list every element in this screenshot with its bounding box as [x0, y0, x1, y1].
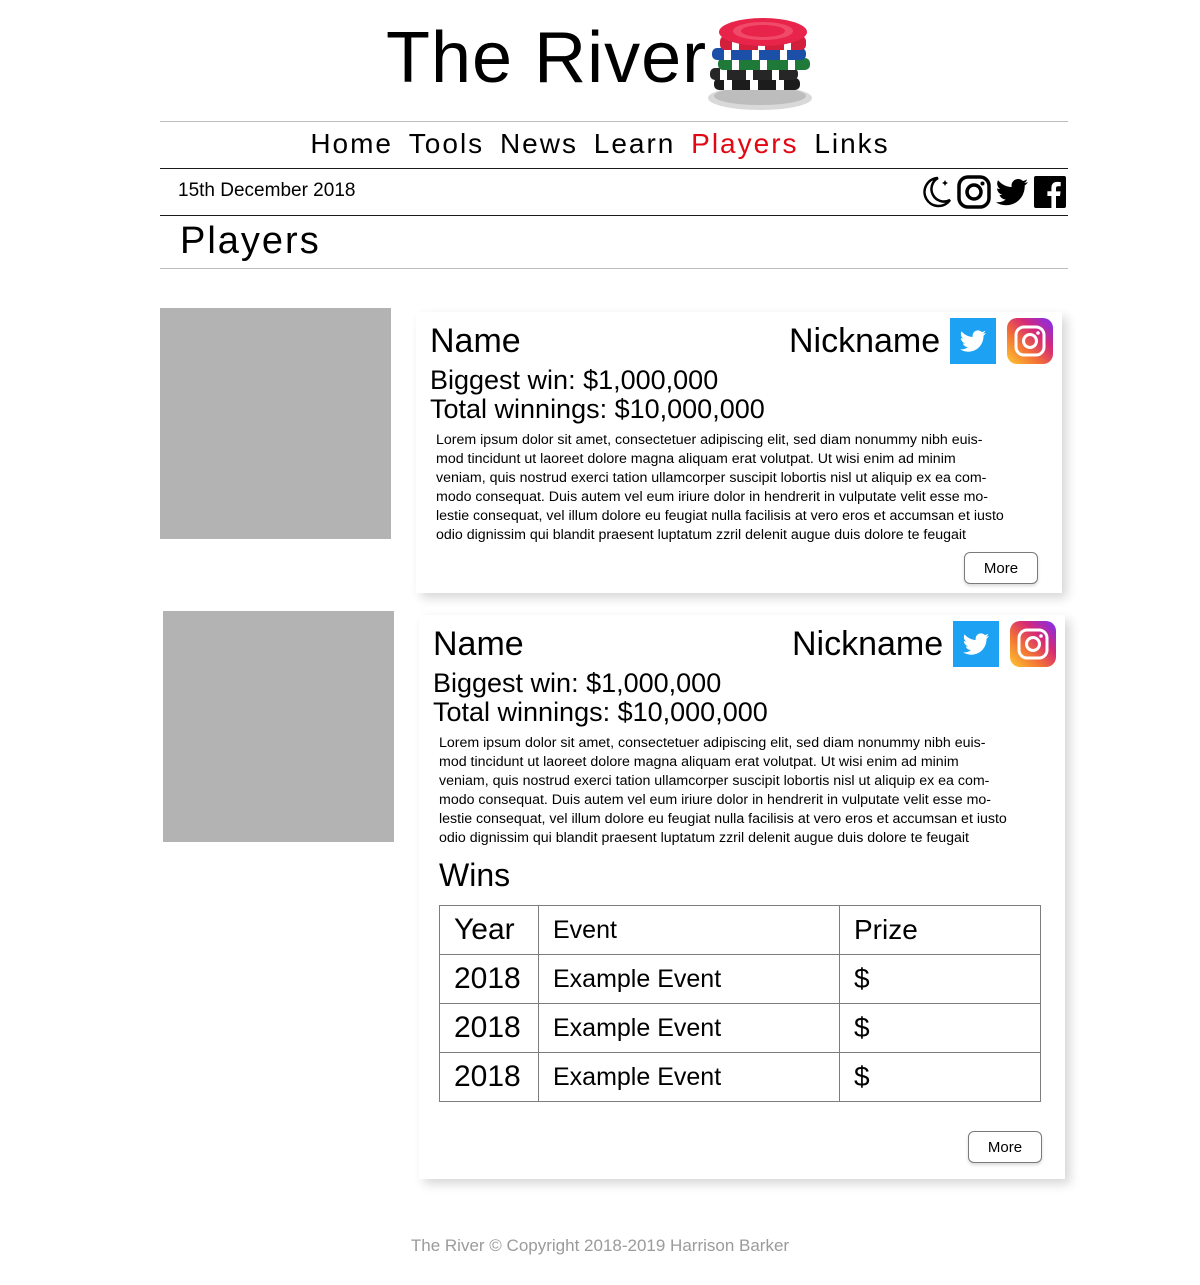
site-title[interactable]: The River — [386, 18, 707, 98]
cell-year: 2018 — [439, 1052, 539, 1102]
twitter-icon[interactable] — [950, 318, 996, 364]
cell-prize: $ — [839, 1003, 1041, 1053]
nav-home[interactable]: Home — [310, 128, 393, 159]
cell-year: 2018 — [439, 954, 539, 1004]
column-header-year: Year — [439, 905, 539, 955]
bio-line: mod tincidunt ut laoreet dolore magna al… — [436, 451, 956, 467]
bio-line: lestie consequat, vel illum dolore eu fe… — [439, 811, 1007, 827]
main-nav: Home Tools News Learn Players Links — [0, 128, 1200, 160]
player-name: Name — [433, 625, 524, 663]
instagram-icon[interactable] — [1007, 318, 1053, 364]
player-photo-placeholder — [160, 308, 391, 539]
player-bio: Lorem ipsum dolor sit amet, consectetuer… — [436, 431, 1038, 545]
player-card: Name Nickname Biggest win: $1,000,000 To… — [416, 312, 1062, 593]
bio-line: odio dignissim qui blandit praesent lupt… — [439, 830, 969, 846]
total-winnings: Total winnings: $10,000,000 — [433, 697, 768, 727]
player-name: Name — [430, 322, 521, 360]
biggest-win: Biggest win: $1,000,000 — [433, 668, 722, 698]
bio-line: veniam, quis nostrud exerci tation ullam… — [439, 773, 990, 789]
nav-tools[interactable]: Tools — [409, 128, 484, 159]
facebook-icon[interactable] — [1032, 174, 1068, 210]
header-divider — [160, 121, 1068, 122]
cell-year: 2018 — [439, 1003, 539, 1053]
page-title: Players — [180, 220, 321, 262]
player-nickname: Nickname — [789, 322, 941, 360]
total-winnings: Total winnings: $10,000,000 — [430, 394, 765, 424]
bio-line: modo consequat. Duis autem vel eum iriur… — [439, 792, 992, 808]
cell-event: Example Event — [538, 1052, 840, 1102]
cell-prize: $ — [839, 954, 1041, 1004]
moon-icon[interactable] — [918, 174, 954, 210]
bio-line: lestie consequat, vel illum dolore eu fe… — [436, 508, 1004, 524]
bio-line: veniam, quis nostrud exerci tation ullam… — [436, 470, 987, 486]
footer-copyright: The River © Copyright 2018-2019 Harrison… — [410, 1236, 790, 1255]
wins-heading: Wins — [439, 857, 511, 893]
nav-players[interactable]: Players — [691, 128, 798, 159]
twitter-icon[interactable] — [953, 621, 999, 667]
nav-learn[interactable]: Learn — [594, 128, 676, 159]
current-date: 15th December 2018 — [178, 180, 356, 201]
bio-line: modo consequat. Duis autem vel eum iriur… — [436, 489, 989, 505]
table-row: 2018 Example Event $ — [439, 1052, 1041, 1102]
nav-news[interactable]: News — [500, 128, 578, 159]
table-header-row: Year Event Prize — [439, 905, 1041, 955]
bio-line: Lorem ipsum dolor sit amet, consectetuer… — [439, 735, 986, 751]
player-nickname: Nickname — [792, 625, 944, 663]
wins-table: Year Event Prize 2018 Example Event $ 20… — [439, 905, 1041, 1102]
instagram-icon[interactable] — [956, 174, 992, 210]
biggest-win: Biggest win: $1,000,000 — [430, 365, 719, 395]
player-photo-placeholder — [163, 611, 394, 842]
player-bio: Lorem ipsum dolor sit amet, consectetuer… — [439, 734, 1041, 848]
twitter-icon[interactable] — [994, 174, 1030, 210]
more-button[interactable]: More — [968, 1131, 1042, 1163]
player-card: Name Nickname Biggest win: $1,000,000 To… — [419, 615, 1065, 1179]
header-icon-bar — [918, 174, 1068, 212]
column-header-event: Event — [538, 905, 840, 955]
cell-event: Example Event — [538, 1003, 840, 1053]
instagram-icon[interactable] — [1010, 621, 1056, 667]
table-row: 2018 Example Event $ — [439, 1003, 1041, 1053]
nav-top-divider — [160, 168, 1068, 169]
table-row: 2018 Example Event $ — [439, 954, 1041, 1004]
nav-links[interactable]: Links — [814, 128, 889, 159]
bio-line: odio dignissim qui blandit praesent lupt… — [436, 527, 966, 543]
column-header-prize: Prize — [839, 905, 1041, 955]
cell-prize: $ — [839, 1052, 1041, 1102]
poker-chips-logo — [708, 18, 812, 110]
bio-line: mod tincidunt ut laoreet dolore magna al… — [439, 754, 959, 770]
more-button[interactable]: More — [964, 552, 1038, 584]
title-divider — [160, 268, 1068, 269]
date-bar-divider — [160, 215, 1068, 216]
bio-line: Lorem ipsum dolor sit amet, consectetuer… — [436, 432, 983, 448]
cell-event: Example Event — [538, 954, 840, 1004]
